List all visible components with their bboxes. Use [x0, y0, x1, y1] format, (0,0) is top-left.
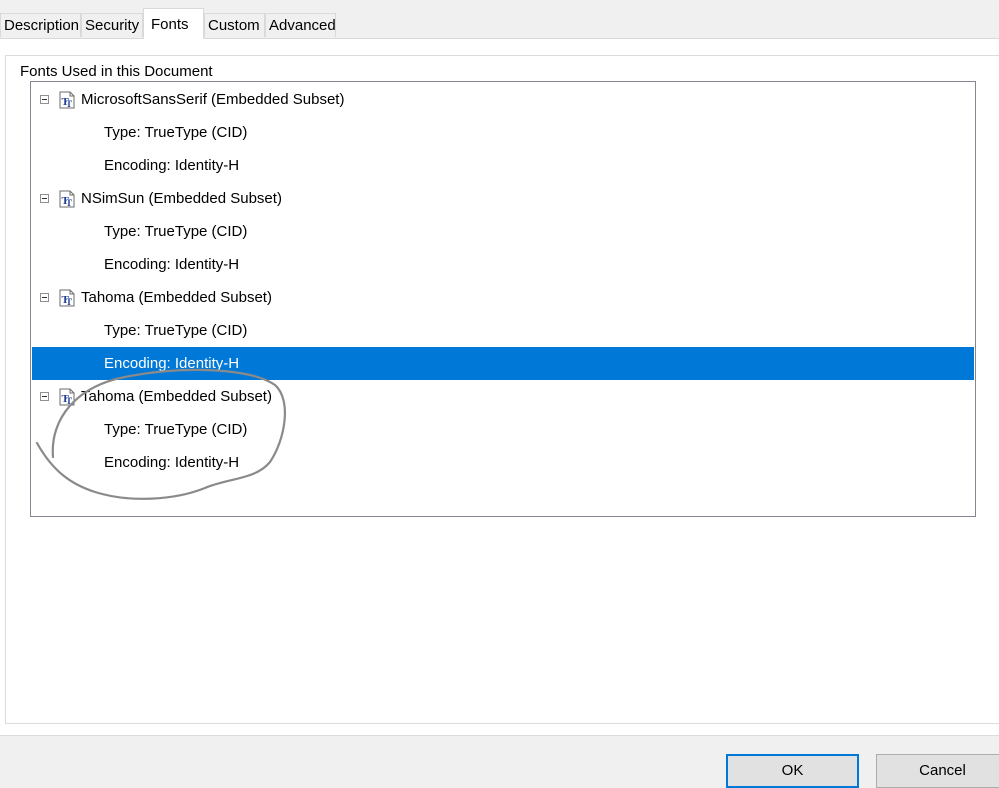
font-name-label: Tahoma (Embedded Subset) — [81, 289, 272, 306]
tree-row-font[interactable]: T T MicrosoftSansSerif (Embedded Subset) — [32, 83, 974, 116]
tab-description-label: Description — [4, 17, 80, 34]
tree-row-encoding[interactable]: Encoding: Identity-H — [32, 446, 974, 479]
font-encoding-label: Encoding: Identity-H — [104, 256, 240, 273]
font-name-label: MicrosoftSansSerif (Embedded Subset) — [81, 91, 345, 108]
tab-custom-label: Custom — [208, 17, 260, 34]
tree-row-font[interactable]: T T Tahoma (Embedded Subset) — [32, 281, 974, 314]
fonts-group-title: Fonts Used in this Document — [18, 63, 215, 81]
truetype-font-icon: T T — [59, 388, 75, 406]
ok-button[interactable]: OK — [726, 754, 859, 788]
tab-description[interactable]: Description — [0, 13, 81, 37]
tree-row-type[interactable]: Type: TrueType (CID) — [32, 116, 974, 149]
tree-row-font[interactable]: T T Tahoma (Embedded Subset) — [32, 380, 974, 413]
dialog-button-bar: OK Cancel — [0, 735, 999, 788]
tree-row-type[interactable]: Type: TrueType (CID) — [32, 413, 974, 446]
truetype-font-icon: T T — [59, 190, 75, 208]
svg-text:T: T — [66, 198, 72, 208]
tab-bar: Description Security Fonts Custom Advanc… — [0, 8, 999, 39]
window-top-strip — [0, 0, 999, 8]
tab-fonts[interactable]: Fonts — [143, 8, 204, 39]
tree-row-font[interactable]: T T NSimSun (Embedded Subset) — [32, 182, 974, 215]
ok-button-label: OK — [781, 762, 804, 779]
cancel-button-label: Cancel — [919, 762, 966, 779]
truetype-font-icon: T T — [59, 289, 75, 307]
collapse-toggle-icon[interactable] — [40, 95, 49, 104]
tab-advanced-label: Advanced — [269, 17, 336, 34]
font-name-label: NSimSun (Embedded Subset) — [81, 190, 282, 207]
tree-row-encoding-selected[interactable]: Encoding: Identity-H — [32, 347, 974, 380]
cancel-button[interactable]: Cancel — [876, 754, 999, 788]
font-encoding-label: Encoding: Identity-H — [104, 454, 240, 471]
font-type-label: Type: TrueType (CID) — [104, 322, 248, 339]
font-encoding-label: Encoding: Identity-H — [104, 355, 240, 372]
tree-row-type[interactable]: Type: TrueType (CID) — [32, 215, 974, 248]
collapse-toggle-icon[interactable] — [40, 194, 49, 203]
tab-custom[interactable]: Custom — [204, 13, 265, 37]
svg-text:T: T — [66, 297, 72, 307]
font-type-label: Type: TrueType (CID) — [104, 223, 248, 240]
tree-row-encoding[interactable]: Encoding: Identity-H — [32, 149, 974, 182]
fonts-tree-view[interactable]: T T MicrosoftSansSerif (Embedded Subset)… — [30, 81, 976, 517]
tab-advanced[interactable]: Advanced — [265, 13, 336, 37]
tab-fonts-label: Fonts — [151, 16, 189, 33]
tree-row-type[interactable]: Type: TrueType (CID) — [32, 314, 974, 347]
collapse-toggle-icon[interactable] — [40, 392, 49, 401]
fonts-tab-panel: Fonts Used in this Document T T Microsof… — [0, 38, 999, 735]
font-encoding-label: Encoding: Identity-H — [104, 157, 240, 174]
tab-security-label: Security — [85, 17, 140, 34]
font-type-label: Type: TrueType (CID) — [104, 421, 248, 438]
tab-security[interactable]: Security — [81, 13, 143, 37]
svg-text:T: T — [66, 99, 72, 109]
tree-row-encoding[interactable]: Encoding: Identity-H — [32, 248, 974, 281]
collapse-toggle-icon[interactable] — [40, 293, 49, 302]
svg-text:T: T — [66, 396, 72, 406]
font-type-label: Type: TrueType (CID) — [104, 124, 248, 141]
font-name-label: Tahoma (Embedded Subset) — [81, 388, 272, 405]
truetype-font-icon: T T — [59, 91, 75, 109]
